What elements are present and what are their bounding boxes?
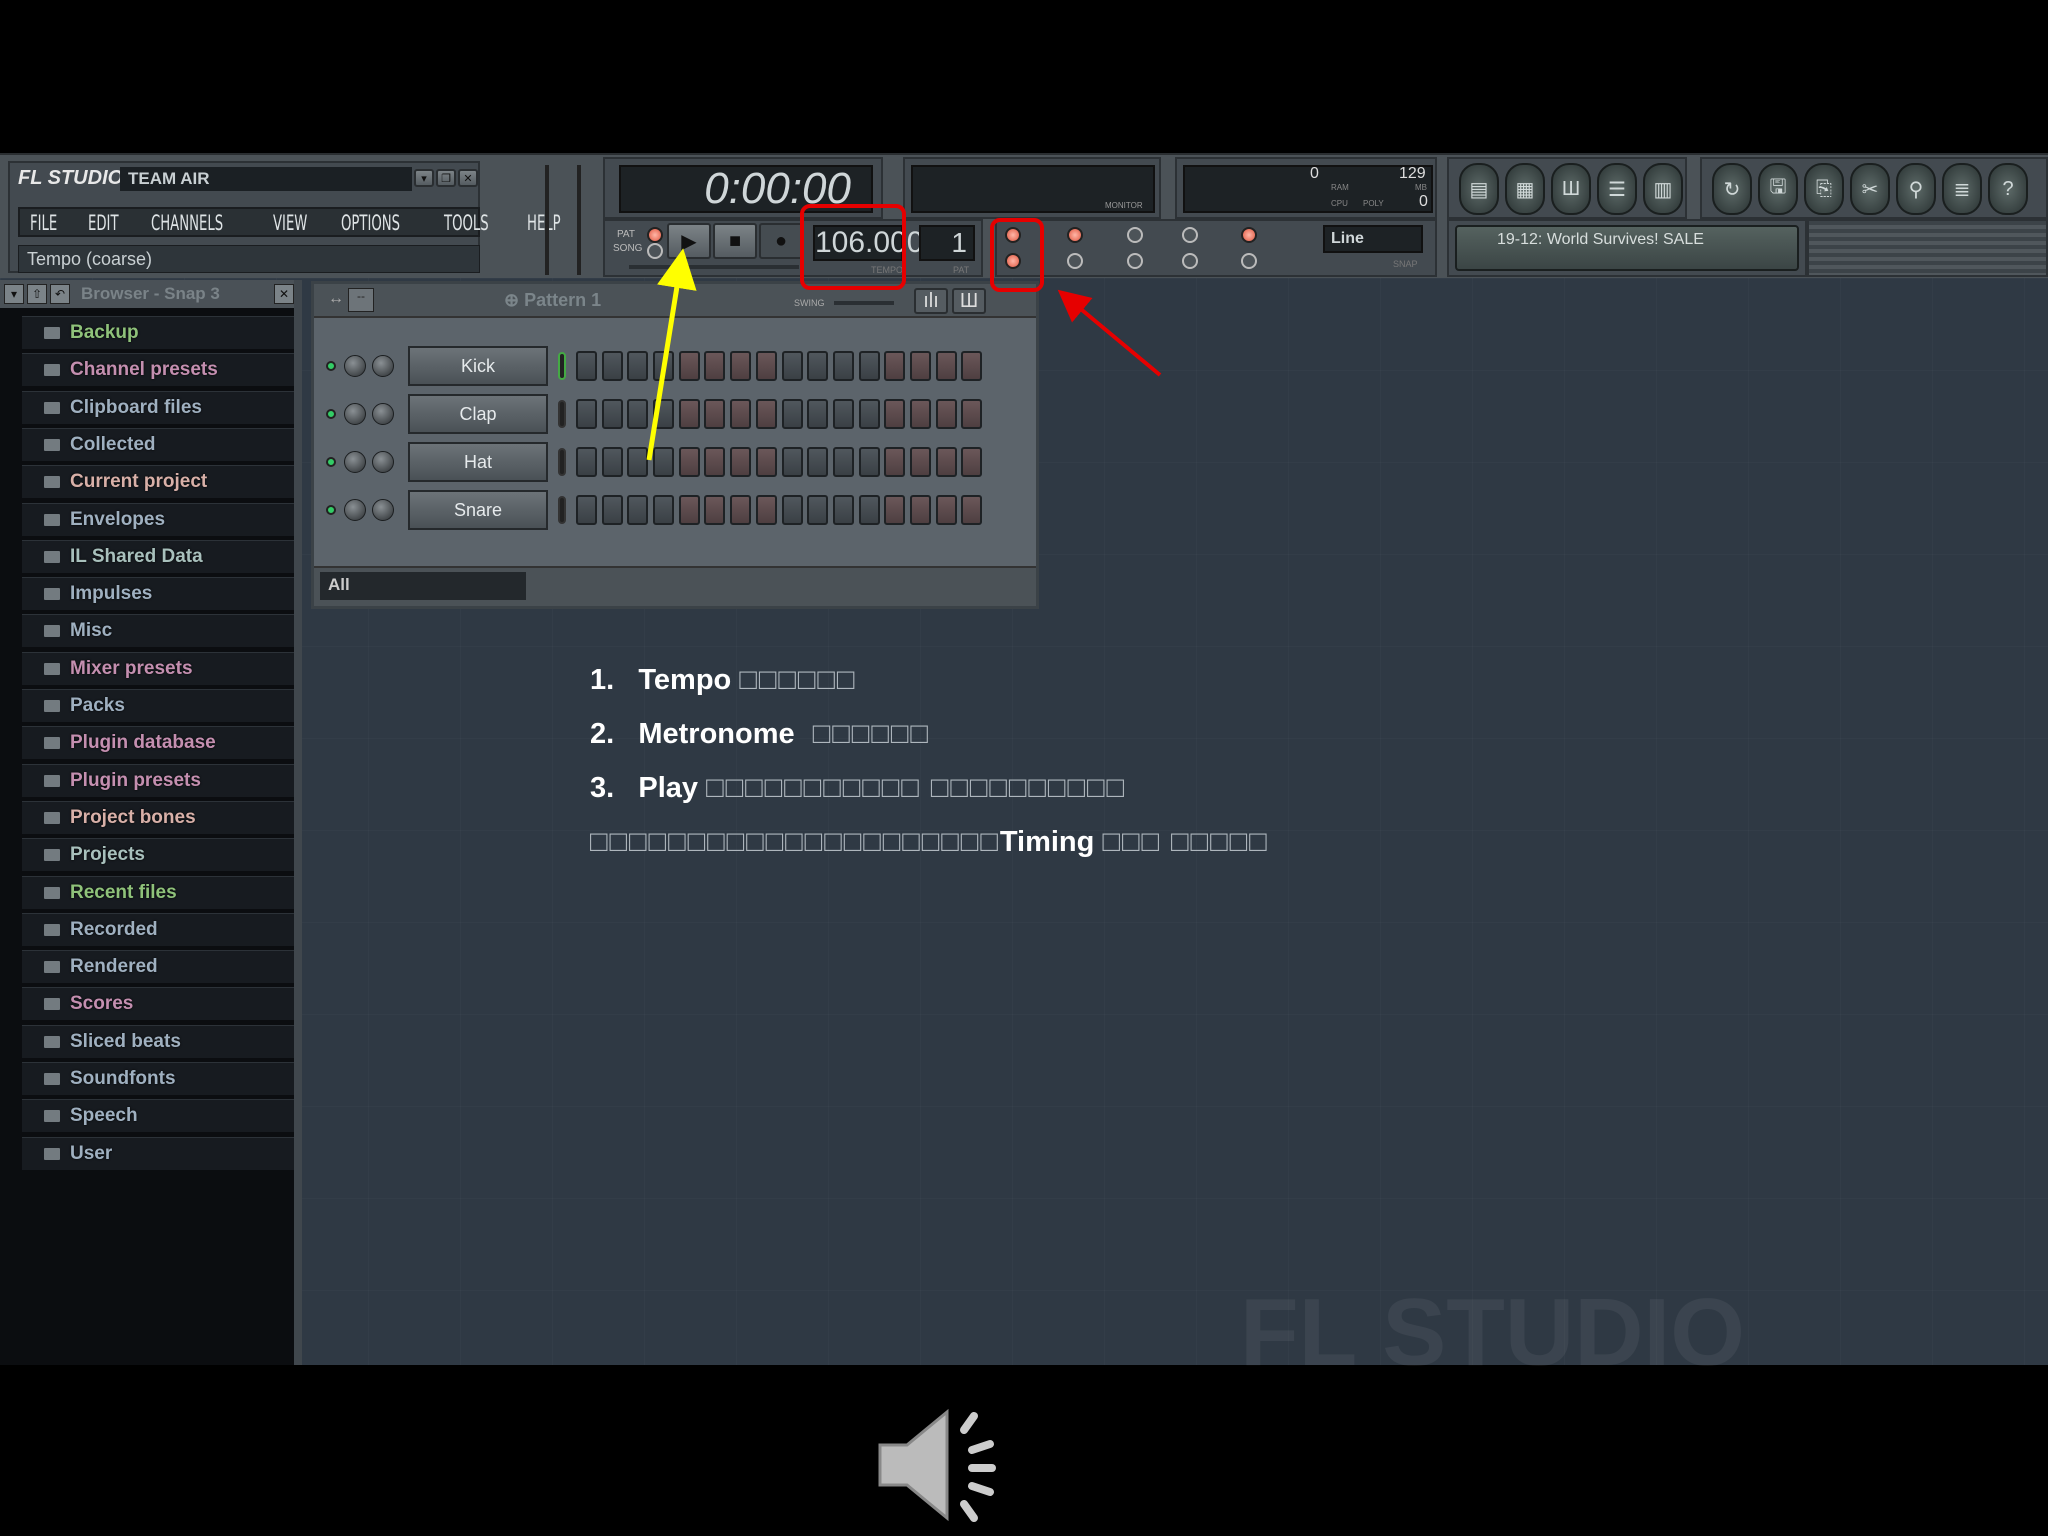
speaker-icon[interactable] [872, 1400, 1012, 1530]
play-arrow [646, 248, 697, 461]
annotation-arrows [646, 248, 1162, 461]
metronome-arrow [1057, 289, 1162, 377]
